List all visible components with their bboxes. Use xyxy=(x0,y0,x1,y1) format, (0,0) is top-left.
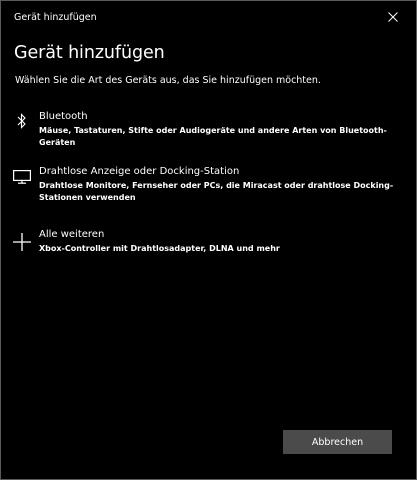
plus-icon xyxy=(9,229,35,255)
option-everything-else[interactable]: Alle weiteren Xbox-Controller mit Drahtl… xyxy=(9,229,407,257)
monitor-icon xyxy=(9,166,35,192)
option-bluetooth[interactable]: Bluetooth Mäuse, Tastaturen, Stifte oder… xyxy=(9,111,407,147)
bluetooth-icon xyxy=(9,111,35,137)
page-subtitle: Wählen Sie die Art des Geräts aus, das S… xyxy=(15,75,321,86)
cancel-button[interactable]: Abbrechen xyxy=(283,430,392,454)
page-title: Gerät hinzufügen xyxy=(14,43,165,63)
option-wireless-display[interactable]: Drahtlose Anzeige oder Docking-Station D… xyxy=(9,166,407,206)
add-device-dialog: Gerät hinzufügen Gerät hinzufügen Wählen… xyxy=(0,0,417,480)
option-wireless-display-description: Drahtlose Monitore, Fernseher oder PCs, … xyxy=(39,181,394,202)
close-icon xyxy=(388,12,398,22)
title-bar: Gerät hinzufügen xyxy=(1,1,416,33)
window-title: Gerät hinzufügen xyxy=(14,12,97,23)
option-everything-else-description: Xbox-Controller mit Drahtlosadapter, DLN… xyxy=(39,244,280,253)
close-button[interactable] xyxy=(370,1,416,33)
option-bluetooth-description: Mäuse, Tastaturen, Stifte oder Audiogerä… xyxy=(39,126,387,147)
option-everything-else-title: Alle weiteren xyxy=(39,229,105,240)
option-bluetooth-title: Bluetooth xyxy=(39,111,88,122)
option-wireless-display-title: Drahtlose Anzeige oder Docking-Station xyxy=(39,166,240,177)
